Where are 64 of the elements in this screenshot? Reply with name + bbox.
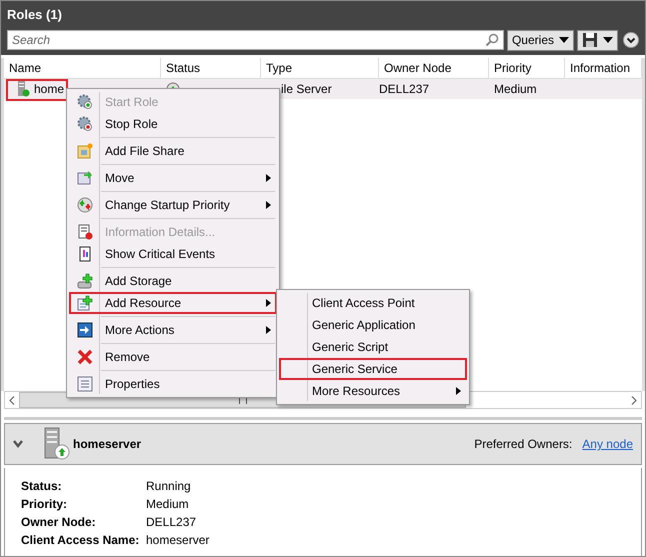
document-error-icon [77, 224, 93, 240]
expand-icon[interactable] [623, 32, 639, 48]
field-value: homeserver [146, 533, 210, 547]
field-value: Running [146, 479, 191, 493]
field-label: Client Access Name: [21, 533, 140, 547]
move-icon [77, 170, 93, 186]
menu-item[interactable]: Properties [69, 373, 277, 395]
menu-item[interactable]: Generic Application [279, 314, 467, 336]
field-value: Medium [146, 497, 189, 511]
menu-item[interactable]: More Actions [69, 319, 277, 341]
save-icon [582, 32, 598, 48]
menu-item[interactable]: Add File Share [69, 140, 277, 162]
submenu-arrow-icon [266, 326, 271, 334]
gear-icon [77, 116, 93, 132]
gear-icon [77, 94, 93, 110]
submenu-arrow-icon [266, 201, 271, 209]
arrow-right-icon [77, 322, 93, 338]
column-header[interactable]: Name [4, 58, 161, 78]
field-value: DELL237 [146, 515, 196, 529]
column-header[interactable]: Information [565, 58, 642, 78]
column-header[interactable]: Owner Node [379, 58, 489, 78]
search-icon [484, 33, 499, 47]
column-header[interactable]: Priority [489, 58, 565, 78]
close-icon [77, 349, 93, 365]
menu-item[interactable]: Change Startup Priority [69, 194, 277, 216]
column-header[interactable]: Type [261, 58, 379, 78]
preferred-owners-label: Preferred Owners: [474, 437, 572, 451]
priority-icon [77, 197, 93, 213]
field-label: Status: [21, 479, 63, 493]
field-label: Priority: [21, 497, 68, 511]
column-header[interactable]: Status [161, 58, 261, 78]
queries-button[interactable]: Queries [506, 30, 574, 50]
menu-item[interactable]: Stop Role [69, 113, 277, 135]
properties-icon [77, 376, 93, 392]
submenu-arrow-icon [456, 387, 461, 395]
collapse-icon[interactable] [13, 440, 23, 448]
menu-item[interactable]: Add Resource [69, 292, 277, 314]
field-label: Owner Node: [21, 515, 97, 529]
menu-item[interactable]: Show Critical Events [69, 243, 277, 265]
server-icon [16, 81, 30, 97]
table-cell-text: ile Server [280, 81, 333, 98]
menu-item[interactable]: Generic Script [279, 336, 467, 358]
add-resource-icon [77, 295, 93, 311]
submenu-arrow-icon [266, 174, 271, 182]
server-icon [43, 427, 71, 461]
table-cell-text: Medium [493, 81, 538, 98]
menu-item[interactable]: Client Access Point [279, 292, 467, 314]
menu-item[interactable]: Generic Service [279, 358, 467, 380]
scroll-left-icon[interactable] [9, 396, 15, 404]
folder-icon [77, 143, 93, 159]
save-button[interactable] [577, 30, 618, 50]
menu-item[interactable]: Add Storage [69, 270, 277, 292]
any-node-link[interactable]: Any node [582, 437, 633, 451]
resource-title: homeserver [73, 437, 142, 451]
scroll-right-icon[interactable] [631, 396, 637, 404]
menu-item[interactable]: Remove [69, 346, 277, 368]
search-field[interactable]: Search [7, 30, 504, 50]
submenu-arrow-icon [266, 299, 271, 307]
menu-item[interactable]: More Resources [279, 380, 467, 402]
panel-title: Roles (1) [7, 6, 62, 22]
event-log-icon [77, 246, 93, 262]
menu-item[interactable]: Move [69, 167, 277, 189]
add-disk-icon [77, 273, 93, 289]
table-cell-text: DELL237 [379, 81, 430, 98]
